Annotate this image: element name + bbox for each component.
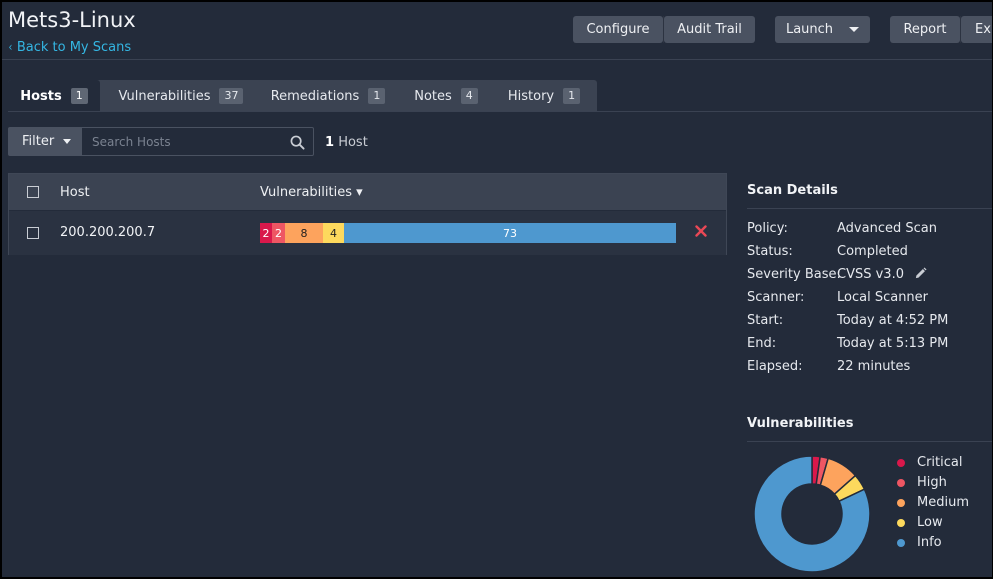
- row-checkbox[interactable]: [27, 227, 39, 239]
- tab-label: Vulnerabilities: [118, 88, 211, 104]
- legend-label: Info: [917, 535, 942, 550]
- table-row[interactable]: 200.200.200.7 2 2 8 4 73: [9, 211, 726, 255]
- export-button[interactable]: Ex: [961, 16, 992, 43]
- pencil-icon[interactable]: [914, 267, 927, 280]
- tab-count-badge: 1: [70, 88, 88, 104]
- legend-label: Low: [917, 515, 943, 530]
- filter-label: Filter: [22, 134, 55, 149]
- column-header-vulnerabilities[interactable]: Vulnerabilities ▾: [260, 185, 363, 200]
- legend-label: High: [917, 475, 947, 490]
- legend-item-high: High: [897, 475, 947, 490]
- tab-notes[interactable]: Notes 4: [407, 80, 485, 112]
- tab-count-badge: 1: [368, 88, 386, 104]
- start-value: Today at 4:52 PM: [837, 313, 949, 328]
- policy-label: Policy:: [747, 221, 788, 236]
- hosts-table: Host Vulnerabilities ▾ 200.200.200.7 2 2…: [8, 173, 727, 255]
- configure-button[interactable]: Configure: [573, 16, 663, 43]
- legend-label: Critical: [917, 455, 963, 470]
- tab-count-badge: 4: [460, 88, 478, 104]
- search-input[interactable]: [82, 128, 282, 155]
- legend-item-info: Info: [897, 535, 942, 550]
- app-window: Mets3-Linux ‹ Back to My Scans Configure …: [2, 2, 992, 577]
- legend-item-medium: Medium: [897, 495, 969, 510]
- close-icon[interactable]: [695, 225, 707, 237]
- severity-base-value: CVSS v3.0: [837, 267, 904, 282]
- filter-button[interactable]: Filter: [8, 127, 82, 156]
- back-link[interactable]: ‹ Back to My Scans: [8, 40, 131, 55]
- page-title: Mets3-Linux: [8, 8, 136, 32]
- policy-value: Advanced Scan: [837, 221, 937, 236]
- legend-dot-medium: [897, 498, 905, 507]
- scan-details-title: Scan Details: [747, 183, 838, 198]
- severity-segment-medium: 8: [285, 223, 323, 243]
- caret-down-icon: [849, 27, 860, 32]
- legend-label: Medium: [917, 495, 969, 510]
- legend-dot-low: [897, 518, 905, 527]
- legend-dot-info: [897, 538, 905, 547]
- launch-button[interactable]: Launch: [775, 16, 870, 43]
- elapsed-value: 22 minutes: [837, 359, 911, 374]
- tab-remediations[interactable]: Remediations 1: [264, 80, 392, 112]
- scanner-label: Scanner:: [747, 290, 805, 305]
- legend-dot-critical: [897, 458, 905, 467]
- audit-trail-button[interactable]: Audit Trail: [664, 16, 755, 43]
- legend-dot-high: [897, 478, 905, 487]
- tab-hosts[interactable]: Hosts 1: [8, 80, 100, 112]
- legend-item-low: Low: [897, 515, 943, 530]
- select-all-checkbox[interactable]: [27, 186, 39, 198]
- tab-count-badge: 37: [219, 88, 244, 104]
- severity-base-label: Severity Base:: [747, 267, 841, 282]
- vulnerabilities-donut-chart[interactable]: [752, 452, 872, 577]
- end-label: End:: [747, 336, 777, 351]
- report-button[interactable]: Report: [890, 16, 960, 43]
- status-value: Completed: [837, 244, 908, 259]
- host-count: 1 Host: [325, 135, 368, 150]
- status-label: Status:: [747, 244, 793, 259]
- column-header-host[interactable]: Host: [60, 185, 90, 200]
- search-box: [82, 127, 314, 156]
- panel-divider: [747, 208, 992, 209]
- tab-vulnerabilities[interactable]: Vulnerabilities 37: [112, 80, 250, 112]
- host-count-number: 1: [325, 135, 335, 150]
- elapsed-label: Elapsed:: [747, 359, 803, 374]
- caret-down-icon: [63, 139, 72, 144]
- tab-underline: [8, 111, 992, 112]
- table-header: Host Vulnerabilities ▾: [9, 174, 726, 210]
- tab-history[interactable]: History 1: [503, 80, 585, 112]
- severity-segment-critical: 2: [260, 223, 272, 243]
- vulnerabilities-panel-title: Vulnerabilities: [747, 416, 854, 431]
- panel-divider: [747, 441, 992, 442]
- search-icon[interactable]: [290, 135, 305, 150]
- header-divider: [2, 59, 992, 60]
- launch-label: Launch: [785, 22, 834, 37]
- severity-segment-high: 2: [272, 223, 285, 243]
- end-value: Today at 5:13 PM: [837, 336, 949, 351]
- tab-label: Hosts: [20, 88, 62, 104]
- tab-label: History: [507, 88, 555, 104]
- scanner-value: Local Scanner: [837, 290, 929, 305]
- tab-label: Remediations: [270, 88, 360, 104]
- severity-segment-low: 4: [323, 223, 344, 243]
- start-label: Start:: [747, 313, 784, 328]
- chevron-left-icon: ‹: [8, 40, 13, 54]
- severity-bar[interactable]: 2 2 8 4 73: [260, 223, 676, 243]
- tab-label: Notes: [414, 88, 452, 104]
- severity-segment-info: 73: [344, 223, 676, 243]
- tab-count-badge: 1: [563, 88, 581, 104]
- legend-item-critical: Critical: [897, 455, 962, 470]
- host-name[interactable]: 200.200.200.7: [60, 225, 155, 240]
- host-count-label: Host: [338, 135, 368, 150]
- back-link-label: Back to My Scans: [16, 40, 132, 55]
- tab-bar: Hosts 1 Vulnerabilities 37 Remediations 1 N…: [8, 80, 597, 112]
